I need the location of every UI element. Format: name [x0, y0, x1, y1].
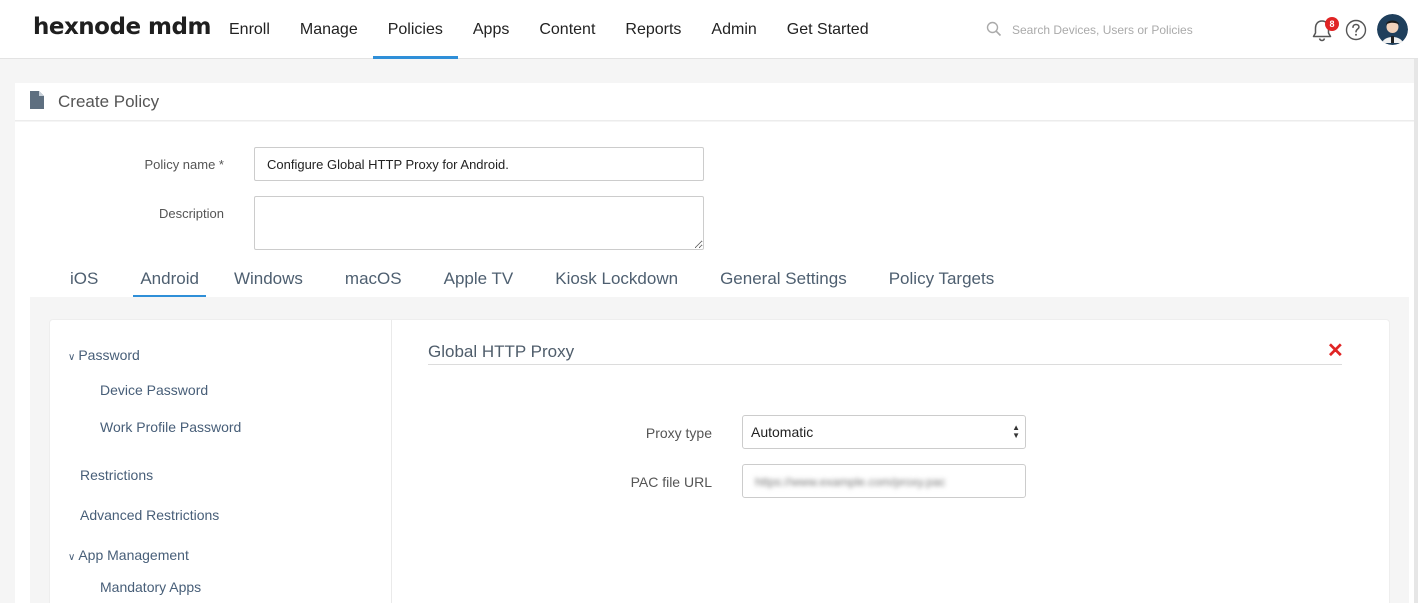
user-avatar-icon — [1377, 14, 1408, 45]
close-icon[interactable]: ✕ — [1327, 341, 1344, 361]
select-arrows-icon: ▲ ▼ — [1012, 423, 1020, 440]
document-icon — [30, 91, 44, 109]
policy-name-input[interactable] — [254, 147, 704, 181]
pac-file-url-input[interactable]: https://www.example.com/proxy.pac — [742, 464, 1026, 498]
search-input[interactable] — [1012, 19, 1212, 41]
sidebar-item-label: Password — [78, 347, 140, 363]
nav-policies[interactable]: Policies — [372, 0, 459, 59]
page-scrollbar[interactable] — [1414, 59, 1418, 603]
nav-enroll[interactable]: Enroll — [214, 0, 285, 59]
nav-get-started[interactable]: Get Started — [772, 0, 884, 59]
search-icon — [986, 21, 1002, 37]
tab-policy-targets[interactable]: Policy Targets — [874, 261, 1010, 299]
nav-apps[interactable]: Apps — [458, 0, 524, 59]
help-icon[interactable] — [1345, 19, 1367, 41]
sidebar-item-advanced-restrictions[interactable]: Advanced Restrictions — [80, 507, 219, 523]
nav-reports[interactable]: Reports — [610, 0, 696, 59]
nav-content[interactable]: Content — [524, 0, 610, 59]
description-input[interactable] — [254, 196, 704, 250]
tab-windows[interactable]: Windows — [219, 261, 318, 299]
section-divider — [428, 364, 1342, 365]
notification-badge: 8 — [1325, 17, 1339, 31]
section-title: Global HTTP Proxy — [428, 342, 575, 361]
proxy-type-select[interactable]: Automatic ▲ ▼ — [742, 415, 1026, 449]
nav-admin[interactable]: Admin — [696, 0, 771, 59]
chevron-down-icon: ∨ — [68, 352, 76, 363]
android-tab-panel: ∨ Password Device Password Work Profile P… — [30, 297, 1409, 603]
policy-settings-card: ∨ Password Device Password Work Profile P… — [49, 319, 1390, 603]
avatar[interactable] — [1377, 14, 1408, 45]
tab-android[interactable]: Android — [125, 261, 214, 299]
main-nav: Enroll Manage Policies Apps Content Repo… — [214, 0, 884, 59]
sidebar-item-work-profile-password[interactable]: Work Profile Password — [100, 419, 241, 435]
sidebar-item-mandatory-apps[interactable]: Mandatory Apps — [100, 579, 201, 595]
tab-kiosk-lockdown[interactable]: Kiosk Lockdown — [540, 261, 693, 299]
tab-macos[interactable]: macOS — [330, 261, 417, 299]
sidebar-item-restrictions[interactable]: Restrictions — [80, 467, 153, 483]
sidebar-item-app-management[interactable]: ∨ App Management — [68, 547, 189, 563]
hexnode-logo[interactable]: hexnode mdm — [33, 14, 211, 40]
platform-tabs: iOS Android Windows macOS Apple TV Kiosk… — [55, 261, 1009, 301]
proxy-type-value: Automatic — [751, 424, 814, 440]
page-header: Create Policy — [15, 83, 1414, 121]
page-title: Create Policy — [58, 92, 160, 111]
policy-name-label: Policy name * — [144, 157, 224, 172]
global-search — [986, 19, 1216, 41]
tab-general-settings[interactable]: General Settings — [705, 261, 862, 299]
nav-manage[interactable]: Manage — [285, 0, 373, 59]
sidebar-item-device-password[interactable]: Device Password — [100, 382, 208, 398]
pac-file-url-label: PAC file URL — [630, 474, 712, 490]
proxy-type-label: Proxy type — [645, 425, 712, 441]
pac-file-url-value: https://www.example.com/proxy.pac — [755, 475, 946, 489]
chevron-down-icon: ∨ — [68, 552, 76, 563]
top-navigation-bar: hexnode mdm Enroll Manage Policies Apps … — [0, 0, 1418, 59]
description-label: Description — [158, 206, 224, 221]
sidebar-item-password[interactable]: ∨ Password — [68, 347, 140, 363]
sidebar-item-label: App Management — [78, 547, 189, 563]
tab-apple-tv[interactable]: Apple TV — [429, 261, 529, 299]
tab-ios[interactable]: iOS — [55, 261, 113, 299]
settings-sidebar: ∨ Password Device Password Work Profile P… — [50, 320, 392, 603]
